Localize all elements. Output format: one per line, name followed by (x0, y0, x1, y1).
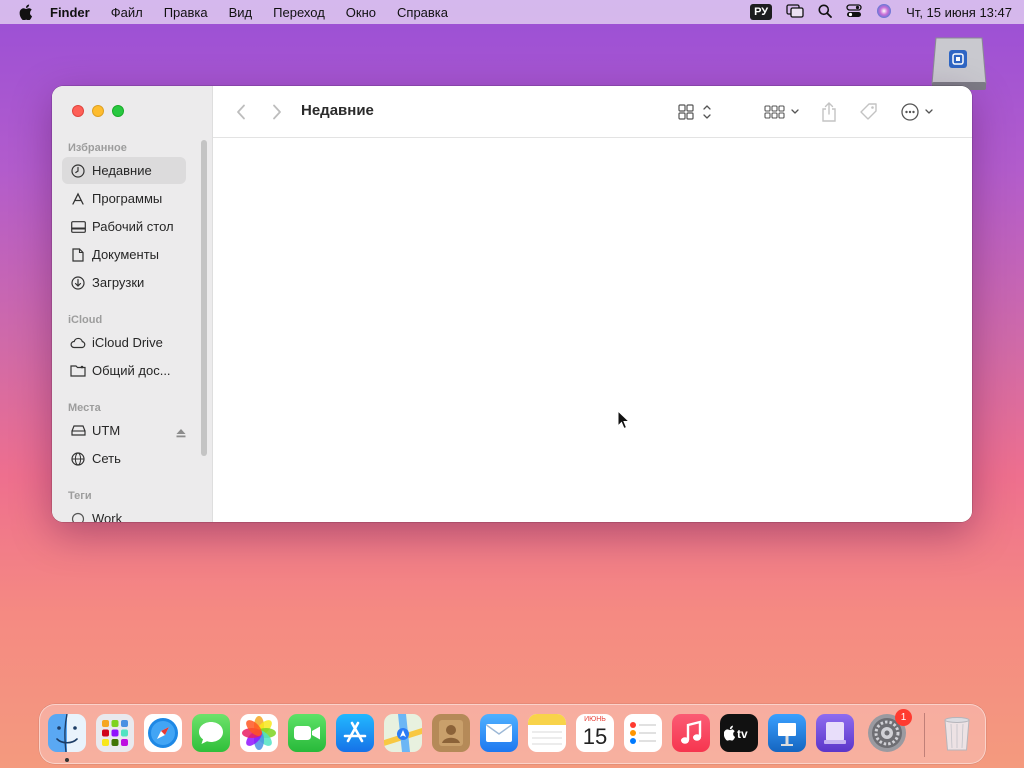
file-list-area[interactable] (213, 139, 972, 522)
globe-icon (70, 451, 86, 467)
dock-tv-icon[interactable]: tv (720, 714, 758, 752)
zoom-button[interactable] (112, 105, 124, 117)
keyboard-layout-indicator[interactable]: РУ (750, 4, 773, 20)
screen-mirroring-icon[interactable] (786, 3, 804, 21)
menu-go[interactable]: Переход (273, 5, 325, 20)
control-center-icon[interactable] (846, 3, 862, 21)
sidebar-section-icloud: iCloud (68, 314, 103, 326)
dock-trash-icon[interactable] (938, 714, 976, 752)
download-icon (70, 275, 86, 291)
dock-appstore-icon[interactable] (336, 714, 374, 752)
dock-finder-icon[interactable] (48, 714, 86, 752)
menu-help[interactable]: Справка (397, 5, 448, 20)
forward-button[interactable] (269, 102, 285, 122)
sidebar-item-label: Загрузки (92, 275, 145, 290)
menu-bar: Finder Файл Правка Вид Переход Окно Спра… (0, 0, 1024, 24)
sidebar-item-shared[interactable]: Общий дос... (62, 357, 186, 384)
tag-icon (70, 511, 86, 522)
dock: ИЮНЬ 15 tv 1 (39, 704, 986, 764)
sidebar-scrollbar[interactable] (201, 140, 207, 456)
sidebar-item-label: iCloud Drive (92, 335, 163, 350)
sidebar-section-locations: Места (68, 402, 101, 414)
cloud-icon (70, 335, 86, 351)
sidebar-item-recents[interactable]: Недавние (62, 157, 186, 184)
window-controls (72, 105, 124, 117)
sidebar-item-tag-work[interactable]: Work (62, 505, 186, 522)
view-mode-button[interactable] (676, 102, 716, 122)
calendar-day-label: 15 (582, 724, 608, 749)
minimize-button[interactable] (92, 105, 104, 117)
dock-mail-icon[interactable] (480, 714, 518, 752)
shared-folder-icon (70, 363, 86, 379)
toolbar: Недавние (213, 86, 972, 138)
sidebar-section-favorites: Избранное (68, 142, 127, 154)
window-title: Недавние (301, 102, 374, 119)
dock-launchpad-icon[interactable] (96, 714, 134, 752)
dock-music-icon[interactable] (672, 714, 710, 752)
spotlight-search-icon[interactable] (818, 4, 833, 21)
dock-calendar-icon[interactable]: ИЮНЬ 15 (576, 714, 614, 752)
apple-menu-icon[interactable] (16, 0, 36, 24)
dock-safari-icon[interactable] (144, 714, 182, 752)
share-icon[interactable] (819, 100, 839, 124)
siri-icon[interactable] (876, 3, 892, 22)
sidebar-item-applications[interactable]: Программы (62, 185, 186, 212)
sidebar-section-tags: Теги (68, 490, 92, 502)
sidebar-item-label: Сеть (92, 451, 121, 466)
sidebar-item-downloads[interactable]: Загрузки (62, 269, 186, 296)
sidebar-item-label: Work (92, 511, 123, 522)
dock-messages-icon[interactable] (192, 714, 230, 752)
dock-keynote-icon[interactable] (768, 714, 806, 752)
dock-contacts-icon[interactable] (432, 714, 470, 752)
drive-icon (70, 423, 86, 439)
menubar-clock[interactable]: Чт, 15 июня 13:47 (906, 5, 1012, 20)
more-actions-icon[interactable] (899, 101, 939, 123)
dock-photos-icon[interactable] (240, 714, 278, 752)
sidebar-item-desktop[interactable]: Рабочий стол (62, 213, 186, 240)
back-button[interactable] (233, 102, 249, 122)
group-button[interactable] (763, 102, 803, 122)
menu-file[interactable]: Файл (111, 5, 143, 20)
sidebar-item-label: UTM (92, 423, 121, 438)
utm-drive-desktop-icon[interactable] (930, 36, 988, 92)
finder-window: Избранное Недавние Программы Рабочий сто… (52, 86, 972, 522)
dock-notes-icon[interactable] (528, 714, 566, 752)
sidebar-item-network[interactable]: Сеть (62, 445, 186, 472)
menu-view[interactable]: Вид (229, 5, 253, 20)
sidebar-item-label: Документы (92, 247, 160, 262)
menu-edit[interactable]: Правка (164, 5, 208, 20)
dock-separator (924, 713, 925, 757)
sidebar-item-icloud-drive[interactable]: iCloud Drive (62, 329, 186, 356)
sidebar-item-label: Программы (92, 191, 163, 206)
mouse-cursor-icon (617, 409, 631, 430)
sidebar-item-label: Недавние (92, 163, 152, 178)
menu-window[interactable]: Окно (346, 5, 376, 20)
tag-icon[interactable] (858, 101, 880, 123)
document-icon (70, 247, 86, 263)
dock-reminders-icon[interactable] (624, 714, 662, 752)
settings-notification-badge: 1 (895, 709, 912, 726)
close-button[interactable] (72, 105, 84, 117)
eject-icon[interactable] (176, 426, 186, 438)
calendar-month-label: ИЮНЬ (584, 716, 606, 723)
sidebar-item-utm[interactable]: UTM (62, 417, 186, 444)
sidebar: Избранное Недавние Программы Рабочий сто… (52, 86, 213, 522)
sidebar-item-label: Рабочий стол (92, 219, 174, 234)
dock-maps-icon[interactable] (384, 714, 422, 752)
dock-simulator-icon[interactable] (816, 714, 854, 752)
sidebar-item-label: Общий дос... (92, 363, 171, 378)
finder-running-indicator (65, 758, 69, 762)
dock-facetime-icon[interactable] (288, 714, 326, 752)
sidebar-item-documents[interactable]: Документы (62, 241, 186, 268)
tv-label: tv (737, 727, 748, 741)
apps-icon (70, 191, 86, 207)
menu-app-finder[interactable]: Finder (50, 5, 90, 20)
clock-icon (70, 163, 86, 179)
desktop-icon (70, 219, 86, 235)
